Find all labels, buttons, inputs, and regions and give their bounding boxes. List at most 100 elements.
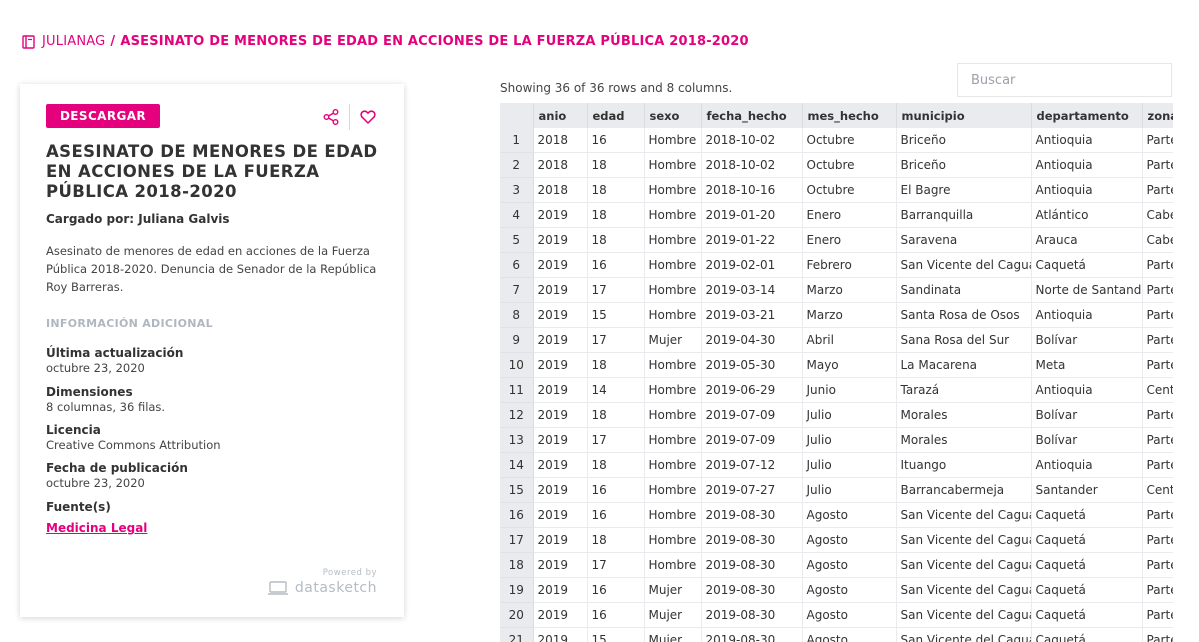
table-row: 21 2019 15 Mujer 2019-08-30 Agosto San Vicente… — [500, 627, 1173, 642]
table-cell: Agosto — [802, 527, 897, 553]
table-cell: 2019 — [533, 602, 588, 628]
table-cell: 15 — [587, 302, 645, 328]
table-cell: Hombre — [644, 527, 702, 553]
meta-dimensions: Dimensiones 8 columnas, 36 filas. — [46, 385, 386, 415]
column-header[interactable]: departamento — [1031, 103, 1143, 128]
download-button[interactable]: DESCARGAR — [46, 104, 160, 128]
search-input[interactable] — [957, 63, 1172, 97]
heart-icon[interactable] — [360, 109, 376, 125]
powered-by[interactable]: Powered by datasketch — [267, 568, 377, 596]
column-header[interactable]: mes_hecho — [802, 103, 897, 128]
table-cell: Atlántico — [1031, 202, 1143, 228]
table-cell: Hombre — [644, 452, 702, 478]
table-row: 16 2019 16 Hombre 2019-08-30 Agosto San Vicent… — [500, 502, 1173, 528]
table-cell: 2019-03-14 — [701, 277, 803, 303]
table-cell: 17 — [587, 327, 645, 353]
table-cell: Mujer — [644, 327, 702, 353]
table-cell: Mujer — [644, 602, 702, 628]
table-cell: Sana Rosa del Sur — [896, 327, 1032, 353]
data-table-container[interactable]: anio edad sexo fecha_hecho mes_hecho mun… — [500, 103, 1173, 642]
table-cell: 2019 — [533, 452, 588, 478]
table-row: 3 2018 18 Hombre 2018-10-16 Octubre El Bagre An… — [500, 177, 1173, 203]
row-index-cell: 16 — [500, 502, 534, 528]
table-cell: 2019-07-09 — [701, 402, 803, 428]
table-cell: 16 — [587, 477, 645, 503]
row-index-cell: 11 — [500, 377, 534, 403]
table-cell: Parte — [1142, 527, 1173, 553]
table-cell: Tarazá — [896, 377, 1032, 403]
row-index-cell: 18 — [500, 552, 534, 578]
table-cell: Cabe — [1142, 202, 1173, 228]
table-cell: Parte — [1142, 352, 1173, 378]
source-link[interactable]: Medicina Legal — [46, 521, 147, 535]
table-cell: 2019-07-09 — [701, 427, 803, 453]
table-cell: Mujer — [644, 627, 702, 642]
table-cell: Santa Rosa de Osos — [896, 302, 1032, 328]
table-cell: Morales — [896, 427, 1032, 453]
column-header[interactable]: anio — [533, 103, 588, 128]
column-header[interactable]: zona_hecho — [1142, 103, 1173, 128]
table-row: 18 2019 17 Hombre 2019-08-30 Agosto San Vicent… — [500, 552, 1173, 578]
breadcrumb-separator: / — [110, 34, 116, 49]
table-row: 10 2019 18 Hombre 2019-05-30 Mayo La Macarena M… — [500, 352, 1173, 378]
meta-label: Fecha de publicación — [46, 461, 188, 475]
table-cell: 18 — [587, 177, 645, 203]
column-header[interactable]: edad — [587, 103, 645, 128]
table-cell: Julio — [802, 452, 897, 478]
table-cell: Hombre — [644, 402, 702, 428]
extra-info-heading: INFORMACIÓN ADICIONAL — [46, 317, 213, 330]
table-row: 15 2019 16 Hombre 2019-07-27 Julio Barrancaber… — [500, 477, 1173, 503]
table-row: 2 2018 18 Hombre 2018-10-02 Octubre Briceño Ant… — [500, 152, 1173, 178]
table-cell: 2019 — [533, 402, 588, 428]
table-cell: Mayo — [802, 352, 897, 378]
uploaded-by: Cargado por: Juliana Galvis — [46, 212, 230, 226]
table-cell: Bolívar — [1031, 427, 1143, 453]
table-cell: 2019 — [533, 427, 588, 453]
table-cell: Hombre — [644, 552, 702, 578]
column-header[interactable]: municipio — [896, 103, 1032, 128]
table-cell: Hombre — [644, 152, 702, 178]
share-icon[interactable] — [322, 108, 340, 126]
table-row: 5 2019 18 Hombre 2019-01-22 Enero Saravena Arau… — [500, 227, 1173, 253]
table-cell: 15 — [587, 627, 645, 642]
table-cell: Caquetá — [1031, 627, 1143, 642]
table-cell: Parte — [1142, 327, 1173, 353]
table-cell: 18 — [587, 452, 645, 478]
table-cell: Abril — [802, 327, 897, 353]
row-index-cell: 7 — [500, 277, 534, 303]
table-cell: 2019 — [533, 577, 588, 603]
brand-name: datasketch — [294, 580, 377, 596]
meta-last-updated: Última actualización octubre 23, 2020 — [46, 346, 386, 376]
table-cell: San Vicente del Caguán — [896, 627, 1032, 642]
table-cell: 2019 — [533, 277, 588, 303]
table-cell: Centr — [1142, 477, 1173, 503]
table-cell: 2019-08-30 — [701, 627, 803, 642]
table-cell: Caquetá — [1031, 552, 1143, 578]
table-cell: Hombre — [644, 302, 702, 328]
table-row: 13 2019 17 Hombre 2019-07-09 Julio Morales Bolí… — [500, 427, 1173, 453]
column-header[interactable]: fecha_hecho — [701, 103, 803, 128]
table-cell: El Bagre — [896, 177, 1032, 203]
table-cell: 2019-01-22 — [701, 227, 803, 253]
meta-value: 8 columnas, 36 filas. — [46, 400, 166, 414]
table-cell: Parte — [1142, 602, 1173, 628]
table-cell: Bolívar — [1031, 327, 1143, 353]
table-cell: 16 — [587, 602, 645, 628]
table-cell: San Vicente del Caguán — [896, 602, 1032, 628]
table-cell: 2019-08-30 — [701, 502, 803, 528]
table-cell: Barrancabermeja — [896, 477, 1032, 503]
table-cell: 2018 — [533, 152, 588, 178]
dataset-description: Asesinato de menores de edad en acciones… — [46, 244, 377, 294]
column-header[interactable]: sexo — [644, 103, 702, 128]
row-index-cell: 2 — [500, 152, 534, 178]
breadcrumb-user[interactable]: JULIANAG — [42, 34, 105, 49]
table-cell: Octubre — [802, 152, 897, 178]
table-cell: Parte — [1142, 277, 1173, 303]
table-cell: San Vicente del Caguán — [896, 577, 1032, 603]
table-cell: 2019-04-30 — [701, 327, 803, 353]
meta-value: octubre 23, 2020 — [46, 476, 145, 490]
row-index-cell: 6 — [500, 252, 534, 278]
table-row: 1 2018 16 Hombre 2018-10-02 Octubre Briceño Ant… — [500, 128, 1173, 153]
meta-value: Creative Commons Attribution — [46, 438, 221, 452]
dataset-info-card: DESCARGAR ASESINATO DE MENORES DE EDAD E… — [20, 84, 404, 617]
